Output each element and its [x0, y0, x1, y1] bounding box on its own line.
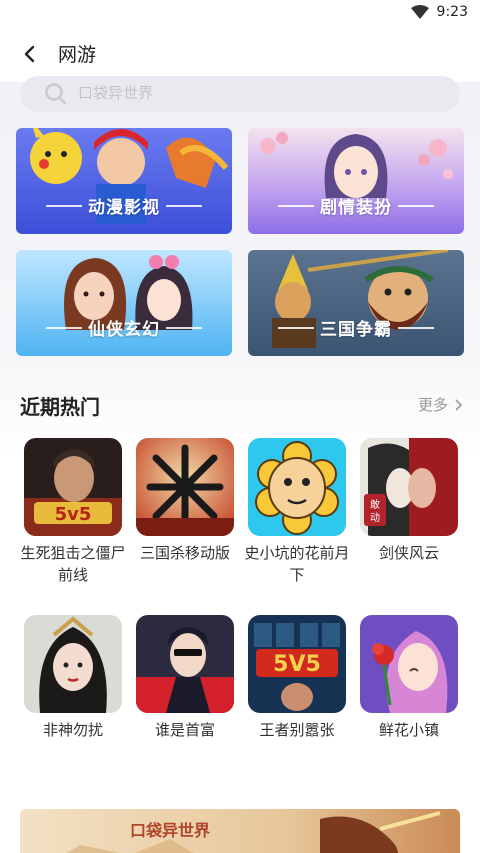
- game-icon-feishen: [24, 615, 122, 713]
- game-tile[interactable]: 5v5 生死狙击之僵尸前线: [20, 438, 126, 598]
- game-name: 生死狙击之僵尸前线: [20, 544, 126, 584]
- game-name: 剑侠风云: [378, 544, 439, 562]
- search-input[interactable]: [78, 80, 438, 106]
- game-name: 谁是首富: [154, 721, 215, 739]
- category-art-dressup: [248, 128, 464, 234]
- section-title-hot: 近期热门: [20, 395, 100, 419]
- search-bar[interactable]: [20, 76, 460, 112]
- game-tile[interactable]: 三国杀移动版: [132, 438, 238, 598]
- category-art-xianxia: [16, 250, 232, 356]
- game-icon-sanguosha: [136, 438, 234, 536]
- svg-text:动: 动: [370, 512, 380, 524]
- game-icon-jianxia: 敢 动: [360, 438, 458, 536]
- app-bar: 网游: [0, 26, 480, 82]
- game-name: 王者别嚣张: [259, 721, 335, 739]
- game-name: 史小坑的花前月下: [244, 544, 350, 584]
- game-name: 鲜花小镇: [378, 721, 439, 739]
- status-bar: 9:23: [0, 0, 480, 26]
- game-icon-wangzhe: 5V5: [248, 615, 346, 713]
- category-card-threekingdoms[interactable]: 三国争霸: [248, 250, 464, 356]
- category-art-anime: [16, 128, 232, 234]
- content-area: 动漫影视 剧情装扮: [0, 76, 480, 853]
- category-label: 仙侠玄幻: [88, 320, 160, 340]
- category-art-threekingdoms: [248, 250, 464, 356]
- banner-logo-text: 口袋异世界: [130, 821, 211, 840]
- more-link[interactable]: 更多: [418, 394, 462, 415]
- category-card-dressup[interactable]: 剧情装扮: [248, 128, 464, 234]
- game-name: 非神勿扰: [42, 721, 103, 739]
- back-arrow-icon: [24, 45, 35, 63]
- svg-text:敢: 敢: [370, 498, 380, 511]
- game-tile[interactable]: 敢 动 剑侠风云: [356, 438, 462, 598]
- game-tile[interactable]: 鲜花小镇: [356, 615, 462, 775]
- game-name: 三国杀移动版: [139, 544, 230, 562]
- status-bar-right: 9:23: [410, 4, 468, 20]
- game-icon-flowertown: [360, 615, 458, 713]
- search-icon: [45, 83, 67, 105]
- game-icon-flower: [248, 438, 346, 536]
- svg-text:5v5: 5v5: [55, 504, 92, 525]
- category-card-anime[interactable]: 动漫影视: [16, 128, 232, 234]
- wifi-icon: [410, 5, 429, 19]
- category-label: 动漫影视: [88, 198, 160, 218]
- promo-banner[interactable]: 口袋异世界: [20, 809, 460, 853]
- more-label: 更多: [417, 396, 448, 414]
- back-button[interactable]: [14, 38, 46, 70]
- svg-text:5V5: 5V5: [273, 652, 321, 677]
- category-label: 剧情装扮: [320, 198, 392, 218]
- status-time: 9:23: [436, 4, 468, 20]
- game-tile[interactable]: 史小坑的花前月下: [244, 438, 350, 598]
- page-title: 网游: [58, 44, 97, 66]
- game-icon-sniper: 5v5: [24, 438, 122, 536]
- chevron-right-icon: [455, 398, 462, 411]
- game-icon-shoufu: [136, 615, 234, 713]
- game-tile[interactable]: 谁是首富: [132, 615, 238, 775]
- promo-banner-art: [20, 809, 460, 853]
- game-tile[interactable]: 非神勿扰: [20, 615, 126, 775]
- category-card-xianxia[interactable]: 仙侠玄幻: [16, 250, 232, 356]
- game-tile[interactable]: 5V5 王者别嚣张: [244, 615, 350, 775]
- category-label: 三国争霸: [320, 320, 392, 340]
